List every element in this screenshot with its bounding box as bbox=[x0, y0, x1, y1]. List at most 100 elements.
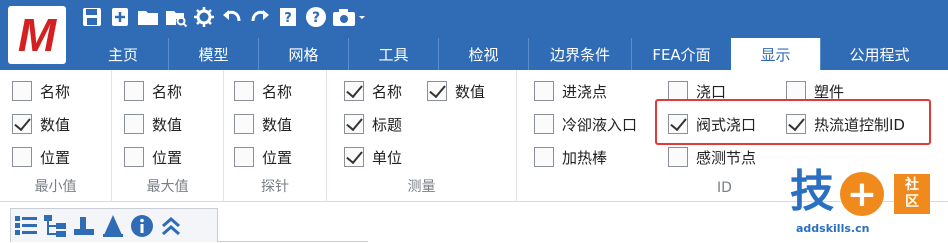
id-sensor-node-option[interactable]: 感测节点 bbox=[668, 144, 756, 170]
max-name-checkbox[interactable] bbox=[124, 81, 144, 101]
checkbox-label: 数值 bbox=[152, 115, 183, 134]
watermark-badge-bottom: 区 bbox=[905, 194, 919, 210]
redo-icon[interactable] bbox=[246, 4, 273, 31]
measure-title-checkbox[interactable] bbox=[344, 114, 364, 134]
checkbox-label: 名称 bbox=[372, 82, 403, 101]
tab-model[interactable]: 模型 bbox=[168, 38, 258, 70]
checkbox-label: 名称 bbox=[40, 82, 71, 101]
probe-name-option[interactable]: 名称 bbox=[234, 78, 292, 104]
undo-icon[interactable] bbox=[218, 4, 245, 31]
tab-fea-interface[interactable]: FEA介面 bbox=[631, 38, 731, 70]
max-position-checkbox[interactable] bbox=[124, 147, 144, 167]
measure-value-option[interactable]: 数值 bbox=[427, 78, 485, 104]
ribbon-tabs: 主页 模型 网格 工具 检视 边界条件 FEA介面 显示 公用程式 bbox=[78, 38, 938, 70]
checkbox-label: 位置 bbox=[152, 148, 183, 167]
group-probe: 名称 数值 位置 探针 bbox=[224, 70, 327, 202]
checkbox-label: 数值 bbox=[262, 115, 293, 134]
tree-icon[interactable] bbox=[42, 213, 68, 239]
checkbox-label: 数值 bbox=[40, 115, 71, 134]
list-icon[interactable] bbox=[13, 213, 39, 239]
checkbox-label: 单位 bbox=[372, 148, 403, 167]
checkbox-label: 标题 bbox=[372, 115, 403, 134]
probe-value-option[interactable]: 数值 bbox=[234, 111, 292, 137]
gear-icon[interactable] bbox=[190, 4, 217, 31]
checkbox-label: 数值 bbox=[455, 82, 486, 101]
watermark-badge-top: 社 bbox=[905, 177, 919, 194]
svg-text:?: ? bbox=[311, 10, 319, 26]
probe-name-checkbox[interactable] bbox=[234, 81, 254, 101]
id-coolant-inlet-checkbox[interactable] bbox=[534, 114, 554, 134]
camera-icon[interactable] bbox=[330, 4, 368, 31]
group-min-value: 名称 数值 位置 最小值 bbox=[0, 70, 112, 202]
probe-value-checkbox[interactable] bbox=[234, 114, 254, 134]
min-name-checkbox[interactable] bbox=[12, 81, 32, 101]
max-value-option[interactable]: 数值 bbox=[124, 111, 182, 137]
watermark-main-glyph: 技 bbox=[790, 166, 834, 217]
tab-display[interactable]: 显示 bbox=[731, 38, 820, 70]
min-position-checkbox[interactable] bbox=[12, 147, 32, 167]
max-value-checkbox[interactable] bbox=[124, 114, 144, 134]
group-label: 最小值 bbox=[34, 179, 77, 195]
quick-access-toolbar: ? ? bbox=[78, 3, 369, 31]
probe-position-option[interactable]: 位置 bbox=[234, 144, 292, 170]
app-logo[interactable]: M bbox=[8, 6, 66, 64]
group-measure: 名称 数值 标题 单位 测量 bbox=[327, 70, 517, 202]
tab-mesh[interactable]: 网格 bbox=[258, 38, 348, 70]
tab-utilities[interactable]: 公用程式 bbox=[820, 38, 938, 70]
info-icon[interactable] bbox=[129, 213, 155, 239]
watermark-url: addskills.cn bbox=[796, 222, 870, 235]
id-gate-point-checkbox[interactable] bbox=[534, 81, 554, 101]
new-icon[interactable] bbox=[106, 4, 133, 31]
checkbox-label: 名称 bbox=[152, 82, 183, 101]
measure-unit-checkbox[interactable] bbox=[344, 147, 364, 167]
checkbox-label: 加热棒 bbox=[562, 148, 608, 167]
min-value-checkbox[interactable] bbox=[12, 114, 32, 134]
save-icon[interactable] bbox=[78, 4, 105, 31]
help-book-icon[interactable]: ? bbox=[274, 4, 301, 31]
tab-home[interactable]: 主页 bbox=[78, 38, 168, 70]
measure-value-checkbox[interactable] bbox=[427, 81, 447, 101]
tab-boundary-conditions[interactable]: 边界条件 bbox=[528, 38, 631, 70]
watermark-plus-icon: + bbox=[840, 172, 884, 216]
title-bar: M ? ? 主页 模型 网格 工具 检视 边界条件 FEA介面 显示 公用程式 bbox=[0, 0, 948, 70]
group-label: 测量 bbox=[407, 179, 436, 195]
measure-name-checkbox[interactable] bbox=[344, 81, 364, 101]
watermark-logo: 技 + 社 区 addskills.cn bbox=[790, 170, 940, 240]
checkbox-label: 感测节点 bbox=[696, 148, 757, 167]
group-label: 探针 bbox=[261, 179, 289, 195]
measure-unit-option[interactable]: 单位 bbox=[344, 144, 402, 170]
group-max-value: 名称 数值 位置 最大值 bbox=[112, 70, 224, 202]
checkbox-label: 进浇点 bbox=[562, 82, 608, 101]
id-coolant-inlet-option[interactable]: 冷卻液入口 bbox=[534, 111, 637, 137]
open-folder-icon[interactable] bbox=[134, 4, 161, 31]
divider bbox=[218, 241, 368, 242]
checkbox-label: 名称 bbox=[262, 82, 293, 101]
measure-name-option[interactable]: 名称 bbox=[344, 78, 402, 104]
tab-view[interactable]: 检视 bbox=[438, 38, 528, 70]
tab-tools[interactable]: 工具 bbox=[348, 38, 438, 70]
group-label: 最大值 bbox=[146, 179, 189, 195]
id-gate-checkbox[interactable] bbox=[668, 81, 688, 101]
help-icon[interactable]: ? bbox=[302, 4, 329, 31]
measure-title-option[interactable]: 标题 bbox=[344, 111, 402, 137]
min-value-option[interactable]: 数值 bbox=[12, 111, 70, 137]
checkbox-label: 冷卻液入口 bbox=[562, 115, 638, 134]
cone-icon[interactable] bbox=[100, 213, 126, 239]
highlight-box bbox=[655, 99, 931, 145]
min-name-option[interactable]: 名称 bbox=[12, 78, 70, 104]
probe-position-checkbox[interactable] bbox=[234, 147, 254, 167]
id-heater-rod-option[interactable]: 加热棒 bbox=[534, 144, 607, 170]
part-icon[interactable] bbox=[71, 213, 97, 239]
max-name-option[interactable]: 名称 bbox=[124, 78, 182, 104]
svg-text:?: ? bbox=[284, 11, 292, 26]
checkbox-label: 位置 bbox=[262, 148, 293, 167]
id-heater-rod-checkbox[interactable] bbox=[534, 147, 554, 167]
search-folder-icon[interactable] bbox=[162, 4, 189, 31]
max-position-option[interactable]: 位置 bbox=[124, 144, 182, 170]
id-sensor-node-checkbox[interactable] bbox=[668, 147, 688, 167]
id-part-checkbox[interactable] bbox=[786, 81, 806, 101]
min-position-option[interactable]: 位置 bbox=[12, 144, 70, 170]
icon-tray bbox=[10, 208, 218, 242]
collapse-icon[interactable] bbox=[158, 213, 184, 239]
id-gate-point-option[interactable]: 进浇点 bbox=[534, 78, 607, 104]
